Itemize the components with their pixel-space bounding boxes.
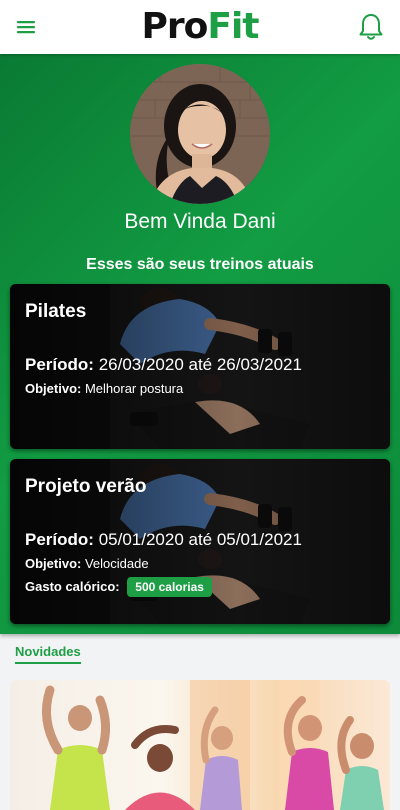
bell-icon[interactable] xyxy=(358,12,384,42)
workout-period: Período: 26/03/2020 até 26/03/2021 xyxy=(25,354,302,376)
app-logo: ProFit xyxy=(0,6,400,48)
hero-section: Bem Vinda Dani Esses são seus treinos at… xyxy=(0,54,400,634)
news-section-title[interactable]: Novidades xyxy=(15,643,81,664)
period-value: 05/01/2020 até 05/01/2021 xyxy=(98,530,302,549)
top-app-bar: ProFit xyxy=(0,0,400,54)
calories-label: Gasto calórico: xyxy=(25,579,120,594)
workout-title: Projeto verão xyxy=(25,476,147,497)
objective-label: Objetivo: xyxy=(25,556,82,571)
workout-period: Período: 05/01/2020 até 05/01/2021 xyxy=(25,529,302,551)
workout-objective: Objetivo: Melhorar postura xyxy=(25,380,183,398)
period-label: Período: xyxy=(25,530,94,549)
workout-calories: Gasto calórico: 500 calorias xyxy=(25,577,212,597)
logo-pro-text: Pro xyxy=(141,6,208,47)
workout-card[interactable]: Projeto verão Período: 05/01/2020 até 05… xyxy=(10,459,390,624)
workout-title: Pilates xyxy=(25,301,87,322)
news-card[interactable] xyxy=(10,680,390,810)
objective-value: Velocidade xyxy=(84,556,149,571)
avatar[interactable] xyxy=(130,64,270,204)
greeting-text: Bem Vinda Dani xyxy=(124,210,276,233)
period-label: Período: xyxy=(25,355,94,374)
workout-card[interactable]: Pilates Período: 26/03/2020 até 26/03/20… xyxy=(10,284,390,449)
objective-label: Objetivo: xyxy=(25,381,82,396)
workouts-section-title: Esses são seus treinos atuais xyxy=(86,256,314,273)
workout-objective: Objetivo: Velocidade xyxy=(25,555,149,573)
news-card-image xyxy=(41,680,384,810)
logo-fit-text: Fit xyxy=(207,6,259,47)
period-value: 26/03/2020 até 26/03/2021 xyxy=(98,355,302,374)
calories-badge: 500 calorias xyxy=(127,577,212,597)
objective-value: Melhorar postura xyxy=(84,381,184,396)
